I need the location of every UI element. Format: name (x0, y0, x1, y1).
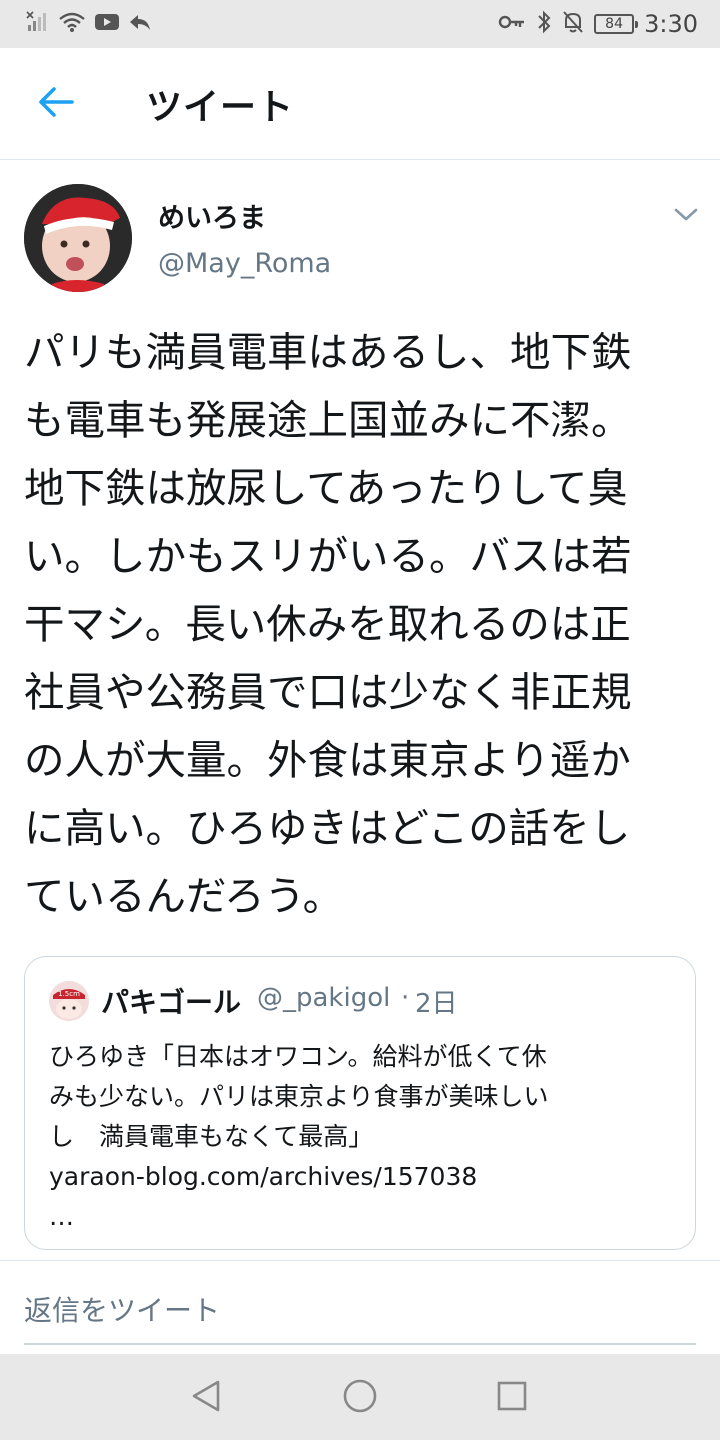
quoted-timestamp: 2日 (415, 989, 458, 1019)
reply-input[interactable]: 返信をツイート (24, 1289, 696, 1345)
status-bar: 84 3:30 (0, 0, 720, 48)
tweet-options-button[interactable] (672, 204, 700, 224)
bluetooth-icon (536, 10, 552, 38)
bell-off-icon (562, 10, 584, 38)
arrow-left-icon (38, 86, 74, 122)
youtube-icon (94, 12, 120, 36)
triangle-back-icon (190, 1379, 222, 1417)
square-recents-icon (496, 1380, 528, 1416)
status-clock: 3:30 (644, 10, 698, 38)
author-display-name[interactable]: めいろま (158, 196, 266, 235)
key-icon (498, 13, 526, 35)
reply-arrow-icon (128, 12, 152, 36)
author-avatar[interactable] (24, 184, 132, 292)
tweet-text: パリも満員電車はあるし、地下鉄 も電車も発展途上国並みに不潔。 地下鉄は放尿して… (24, 328, 632, 920)
chevron-down-icon (672, 208, 700, 228)
quoted-separator: · (401, 983, 410, 1013)
quoted-author-name: パキゴール (101, 986, 242, 1019)
status-left-icons (26, 10, 152, 38)
quoted-avatar-label: 1.5cm (58, 990, 80, 998)
signal-off-icon (26, 11, 50, 37)
wifi-icon (58, 11, 86, 37)
author-handle[interactable]: @May_Roma (158, 248, 331, 279)
circle-home-icon (342, 1378, 378, 1418)
system-nav-bar (0, 1354, 720, 1440)
back-button[interactable] (32, 82, 80, 126)
quoted-tweet-text: ひろゆき「日本はオワコン。給料が低くて休 みも少ない。パリは東京より食事が美味し… (49, 1042, 549, 1231)
status-right-icons: 84 3:30 (498, 8, 698, 40)
nav-back-button[interactable] (184, 1376, 228, 1420)
page-title: ツイート (146, 87, 295, 128)
quoted-tweet-card[interactable]: 1.5cm パキゴール @_pakigol · 2日 ひろゆき「日本はオワコン。… (24, 956, 696, 1250)
nav-home-button[interactable] (338, 1376, 382, 1420)
nav-recents-button[interactable] (490, 1376, 534, 1420)
quoted-author-handle: @_pakigol (257, 983, 391, 1013)
quoted-author-avatar: 1.5cm (49, 981, 89, 1021)
battery-indicator: 84 (594, 14, 639, 34)
app-header: ツイート (0, 48, 720, 160)
reply-area: 返信をツイート (0, 1260, 720, 1354)
